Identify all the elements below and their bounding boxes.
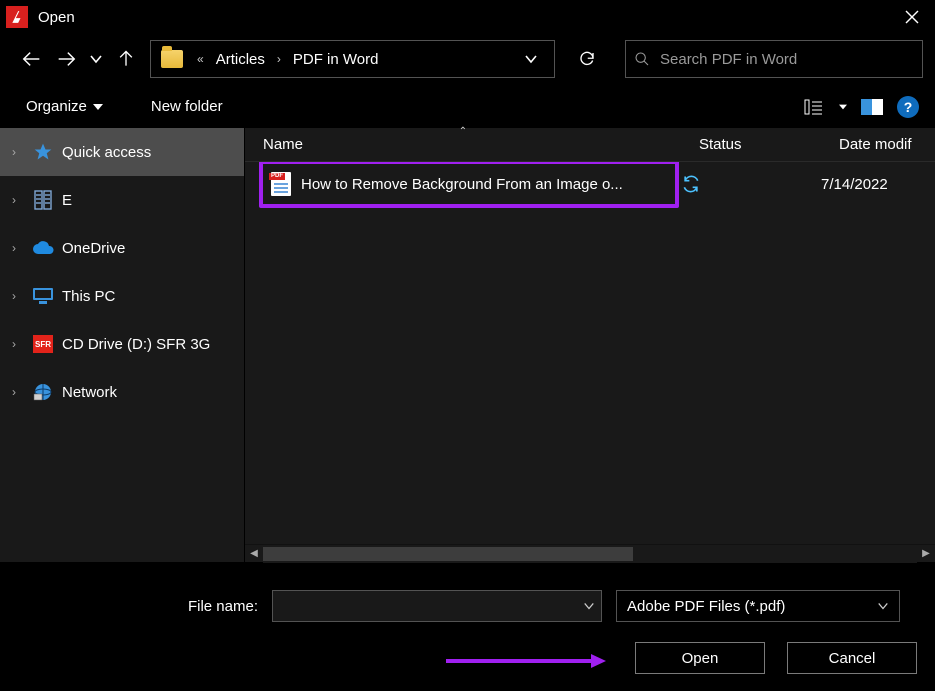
file-date: 7/14/2022 <box>821 176 935 193</box>
new-folder-button[interactable]: New folder <box>143 94 231 119</box>
filetype-filter[interactable]: Adobe PDF Files (*.pdf) <box>616 590 900 622</box>
scroll-thumb[interactable] <box>263 547 633 561</box>
help-button[interactable]: ? <box>897 96 919 118</box>
breadcrumb-ellipsis[interactable]: « <box>191 52 210 66</box>
file-pane: ⌃ Name Status Date modif How to Remove B… <box>244 128 935 562</box>
sync-status-icon <box>681 174 701 194</box>
organize-button[interactable]: Organize <box>18 94 111 119</box>
scroll-track[interactable] <box>263 545 917 563</box>
star-icon <box>32 142 54 162</box>
breadcrumb[interactable]: « Articles › PDF in Word <box>150 40 555 78</box>
scroll-left-button[interactable]: ◀ <box>245 545 263 563</box>
chevron-right-icon[interactable]: › <box>12 337 24 351</box>
sidebar-item-quick-access[interactable]: › Quick access <box>0 128 244 176</box>
sidebar-item-onedrive[interactable]: › OneDrive <box>0 224 244 272</box>
titlebar: Open <box>0 0 935 34</box>
preview-pane-button[interactable] <box>857 96 887 118</box>
organize-label: Organize <box>26 98 87 115</box>
folder-icon <box>161 50 183 68</box>
bottom-panel: File name: Adobe PDF Files (*.pdf) Open … <box>0 562 935 686</box>
sort-indicator-icon: ⌃ <box>459 126 467 137</box>
sidebar-item-label: OneDrive <box>62 240 125 257</box>
pdf-file-icon <box>271 172 291 196</box>
chevron-down-icon <box>877 600 889 612</box>
close-button[interactable] <box>889 0 935 34</box>
filetype-filter-label: Adobe PDF Files (*.pdf) <box>627 598 877 615</box>
annotation-highlight: How to Remove Background From an Image o… <box>259 162 679 208</box>
chevron-right-icon[interactable]: › <box>12 385 24 399</box>
breadcrumb-item[interactable]: PDF in Word <box>287 51 385 68</box>
open-button[interactable]: Open <box>635 642 765 674</box>
forward-button[interactable] <box>52 42 80 76</box>
filename-label: File name: <box>18 598 258 615</box>
drive-icon <box>32 190 54 210</box>
search-icon <box>634 51 650 67</box>
up-button[interactable] <box>112 42 140 76</box>
toolbar: Organize New folder ? <box>0 86 935 128</box>
cancel-button[interactable]: Cancel <box>787 642 917 674</box>
filename-combobox[interactable] <box>272 590 602 622</box>
search-box[interactable] <box>625 40 923 78</box>
scroll-right-button[interactable]: ▶ <box>917 545 935 563</box>
sidebar-item-this-pc[interactable]: › This PC <box>0 272 244 320</box>
view-options-button[interactable] <box>799 96 829 118</box>
window-title: Open <box>38 9 75 26</box>
file-row[interactable]: How to Remove Background From an Image o… <box>245 162 935 206</box>
chevron-right-icon[interactable]: › <box>271 52 287 66</box>
column-status[interactable]: Status <box>681 128 821 161</box>
column-date[interactable]: Date modif <box>821 128 935 161</box>
pc-icon <box>32 286 54 306</box>
sidebar-item-label: E <box>62 192 72 209</box>
chevron-right-icon[interactable]: › <box>12 241 24 255</box>
chevron-right-icon[interactable]: › <box>12 289 24 303</box>
filename-input[interactable] <box>273 598 577 615</box>
file-list[interactable]: How to Remove Background From an Image o… <box>245 162 935 544</box>
network-icon <box>32 382 54 402</box>
app-icon <box>6 6 28 28</box>
chevron-right-icon[interactable]: › <box>12 193 24 207</box>
breadcrumb-history-button[interactable] <box>518 52 544 66</box>
recent-locations-button[interactable] <box>86 42 106 76</box>
sidebar: › Quick access › E › OneDrive <box>0 128 244 562</box>
file-name: How to Remove Background From an Image o… <box>301 176 623 193</box>
chevron-down-icon[interactable] <box>839 103 847 111</box>
sidebar-item-drive-e[interactable]: › E <box>0 176 244 224</box>
sidebar-item-label: Quick access <box>62 144 151 161</box>
sfr-icon: SFR <box>32 334 54 354</box>
nav-row: « Articles › PDF in Word <box>0 34 935 86</box>
cloud-icon <box>32 238 54 258</box>
sidebar-item-label: Network <box>62 384 117 401</box>
main-area: › Quick access › E › OneDrive <box>0 128 935 562</box>
back-button[interactable] <box>18 42 46 76</box>
new-folder-label: New folder <box>151 98 223 115</box>
column-name[interactable]: ⌃ Name <box>245 128 681 161</box>
breadcrumb-item[interactable]: Articles <box>210 51 271 68</box>
sidebar-item-cd-drive[interactable]: › SFR CD Drive (D:) SFR 3G <box>0 320 244 368</box>
chevron-right-icon[interactable]: › <box>12 145 24 159</box>
column-headers: ⌃ Name Status Date modif <box>245 128 935 162</box>
sidebar-item-label: This PC <box>62 288 115 305</box>
horizontal-scrollbar[interactable]: ◀ ▶ <box>245 544 935 562</box>
refresh-button[interactable] <box>565 40 609 78</box>
sidebar-item-network[interactable]: › Network <box>0 368 244 416</box>
sidebar-item-label: CD Drive (D:) SFR 3G <box>62 336 210 353</box>
filename-dropdown-button[interactable] <box>577 600 601 612</box>
search-input[interactable] <box>660 51 914 68</box>
